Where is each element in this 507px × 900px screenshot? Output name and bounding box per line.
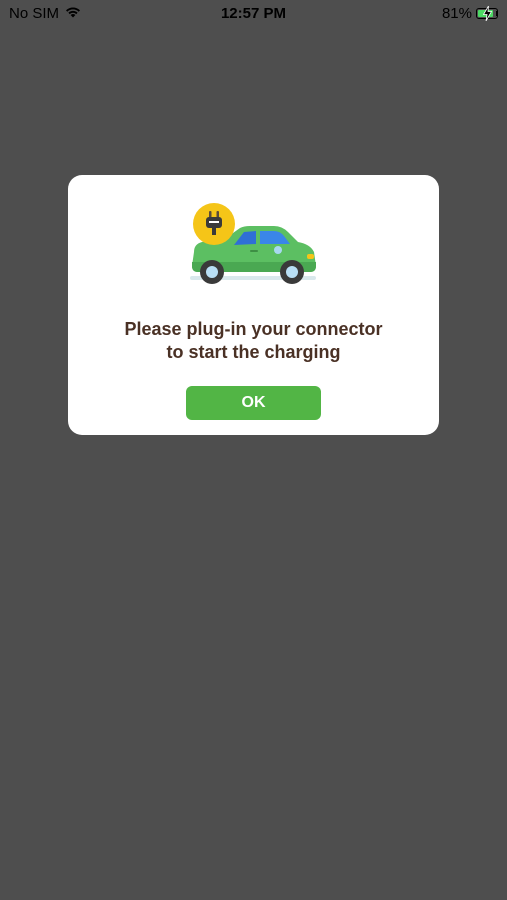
battery-charging-icon: [476, 6, 498, 21]
message-line-2: to start the charging: [166, 342, 341, 362]
screen: No SIM 12:57 PM 81% Please plug-in your …: [0, 0, 507, 900]
wifi-icon: [65, 5, 81, 22]
status-bar: No SIM 12:57 PM 81%: [0, 0, 507, 28]
car-charging-plug-icon: [190, 203, 316, 284]
bolt-icon: [483, 6, 492, 21]
battery-percent: 81%: [441, 5, 472, 22]
carrier-label: No SIM: [9, 5, 60, 22]
ok-button[interactable]: OK: [186, 386, 321, 420]
status-right: 81%: [442, 5, 498, 22]
dialog-message: Please plug-in your connector to start t…: [68, 318, 439, 364]
message-line-1: Please plug-in your connector: [124, 319, 383, 339]
battery-body: [476, 6, 498, 21]
status-left: No SIM: [9, 5, 81, 22]
